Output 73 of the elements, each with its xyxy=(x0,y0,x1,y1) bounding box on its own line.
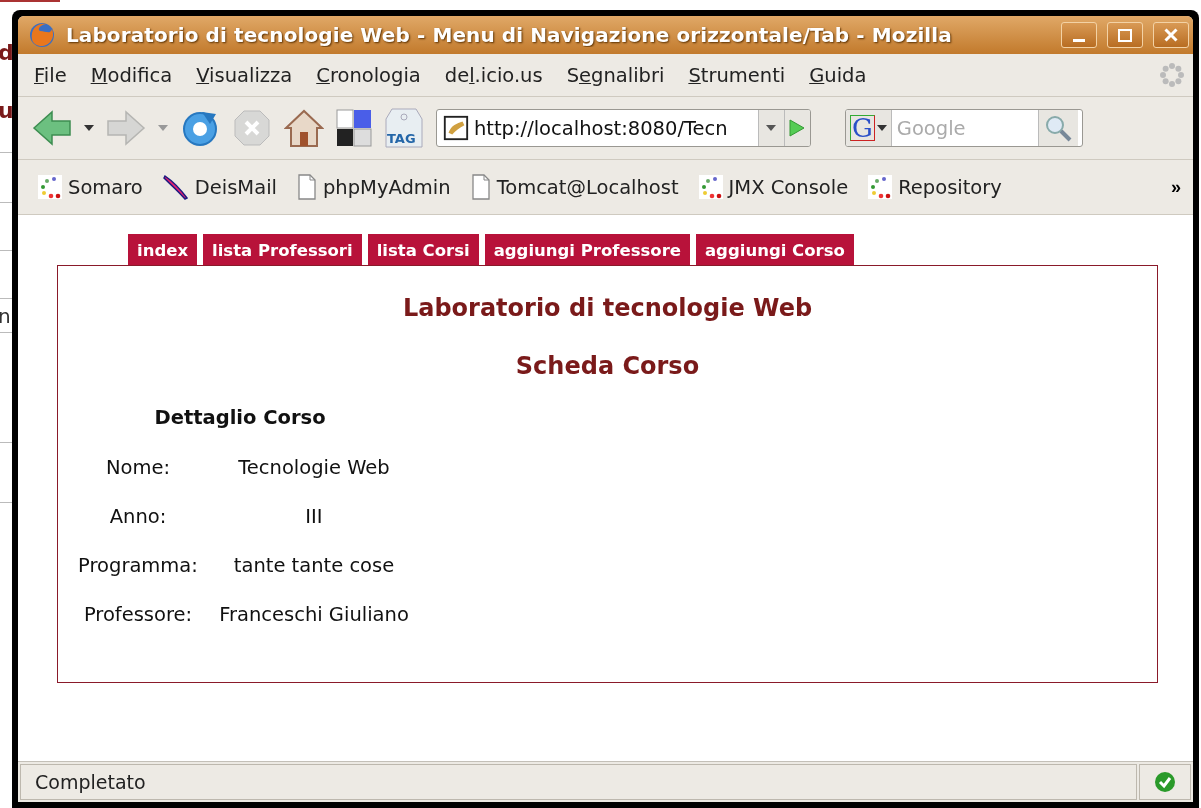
menu-item[interactable]: Cronologia xyxy=(316,61,421,89)
caret-icon xyxy=(158,125,168,131)
dots-icon xyxy=(38,175,62,199)
home-button[interactable] xyxy=(284,108,324,148)
window-title: Laboratorio di tecnologie Web - Menu di Navigazione orizzontale/Tab - Mozilla xyxy=(66,23,953,47)
forward-arrow-icon xyxy=(106,110,146,146)
feather-icon xyxy=(162,174,189,200)
url-history-button[interactable] xyxy=(757,110,784,146)
page-icon xyxy=(470,174,491,200)
maximize-icon xyxy=(1118,28,1132,42)
page-heading: Laboratorio di tecnologie Web xyxy=(401,294,814,322)
background-text: u xyxy=(0,98,14,123)
minimize-button[interactable] xyxy=(1061,22,1097,48)
close-button[interactable] xyxy=(1153,22,1189,48)
search-bar[interactable]: G Google xyxy=(845,109,1083,147)
bookmark[interactable]: phpMyAdmin xyxy=(297,174,451,200)
play-icon xyxy=(789,119,806,137)
bookmark[interactable]: JMX Console xyxy=(698,175,849,199)
close-icon xyxy=(1164,28,1178,42)
page-subheading: Scheda Corso xyxy=(514,352,701,380)
background-text: n xyxy=(0,304,11,328)
tag-button[interactable]: TAG xyxy=(384,107,424,149)
menu-item[interactable]: File xyxy=(34,61,67,89)
menu-item[interactable]: Visualizza xyxy=(196,61,293,89)
field-label: Professore: xyxy=(83,603,193,626)
bookmark[interactable]: Repository xyxy=(868,175,1002,199)
browser-logo-icon xyxy=(28,21,56,49)
status-text: Completato xyxy=(20,764,1137,800)
search-icon xyxy=(1044,114,1073,142)
search-button[interactable] xyxy=(1037,110,1078,146)
page-icon xyxy=(297,174,317,200)
nav-tab[interactable]: lista Corsi xyxy=(367,234,479,265)
section-title: Dettaglio Corso xyxy=(154,406,326,429)
dots-icon xyxy=(868,175,893,199)
caret-icon xyxy=(84,125,94,131)
forward-history-button[interactable] xyxy=(158,125,168,131)
bookmark[interactable]: Somaro xyxy=(38,175,143,199)
site-favicon-icon xyxy=(442,113,470,143)
throbber-icon xyxy=(1159,62,1185,88)
field-value: Franceschi Giuliano xyxy=(219,603,409,626)
nav-tab[interactable]: index xyxy=(128,234,198,265)
check-icon xyxy=(1154,771,1176,793)
minimize-icon xyxy=(1073,38,1085,42)
field-value: III xyxy=(305,505,323,528)
back-arrow-icon xyxy=(32,110,72,146)
search-engine-button[interactable]: G xyxy=(846,110,892,146)
address-field[interactable]: http://localhost:8080/Tecn xyxy=(436,109,811,147)
more-bookmarks-button[interactable]: » xyxy=(1171,176,1181,198)
menu-item[interactable]: Guida xyxy=(809,61,867,89)
menu-item[interactable]: Strumenti xyxy=(688,61,786,89)
stop-icon xyxy=(232,108,272,148)
field-value: Tecnologie Web xyxy=(238,456,390,479)
nav-tab[interactable]: aggiungi Professore xyxy=(484,234,690,265)
nav-tab[interactable]: aggiungi Corso xyxy=(696,234,854,265)
field-value: tante tante cose xyxy=(233,554,395,577)
field-label: Programma: xyxy=(78,554,198,577)
bookmark[interactable]: DeisMail xyxy=(162,174,277,200)
field-label: Nome: xyxy=(105,456,171,479)
menu-item[interactable]: del.icio.us xyxy=(444,61,543,89)
caret-icon xyxy=(766,125,777,131)
menu-item[interactable]: Modifica xyxy=(90,61,173,89)
tiles-icon xyxy=(336,109,372,147)
bookmark[interactable]: Tomcat@Localhost xyxy=(470,174,679,200)
tiles-button[interactable] xyxy=(336,109,372,147)
caret-icon xyxy=(876,125,887,131)
back-history-button[interactable] xyxy=(84,125,94,131)
dots-icon xyxy=(698,175,723,199)
back-button[interactable] xyxy=(32,110,72,146)
menu-item[interactable]: Segnalibri xyxy=(566,61,665,89)
nav-tab[interactable]: lista Professori xyxy=(203,234,362,265)
maximize-button[interactable] xyxy=(1107,22,1143,48)
field-label: Anno: xyxy=(109,505,167,528)
home-icon xyxy=(284,108,324,148)
